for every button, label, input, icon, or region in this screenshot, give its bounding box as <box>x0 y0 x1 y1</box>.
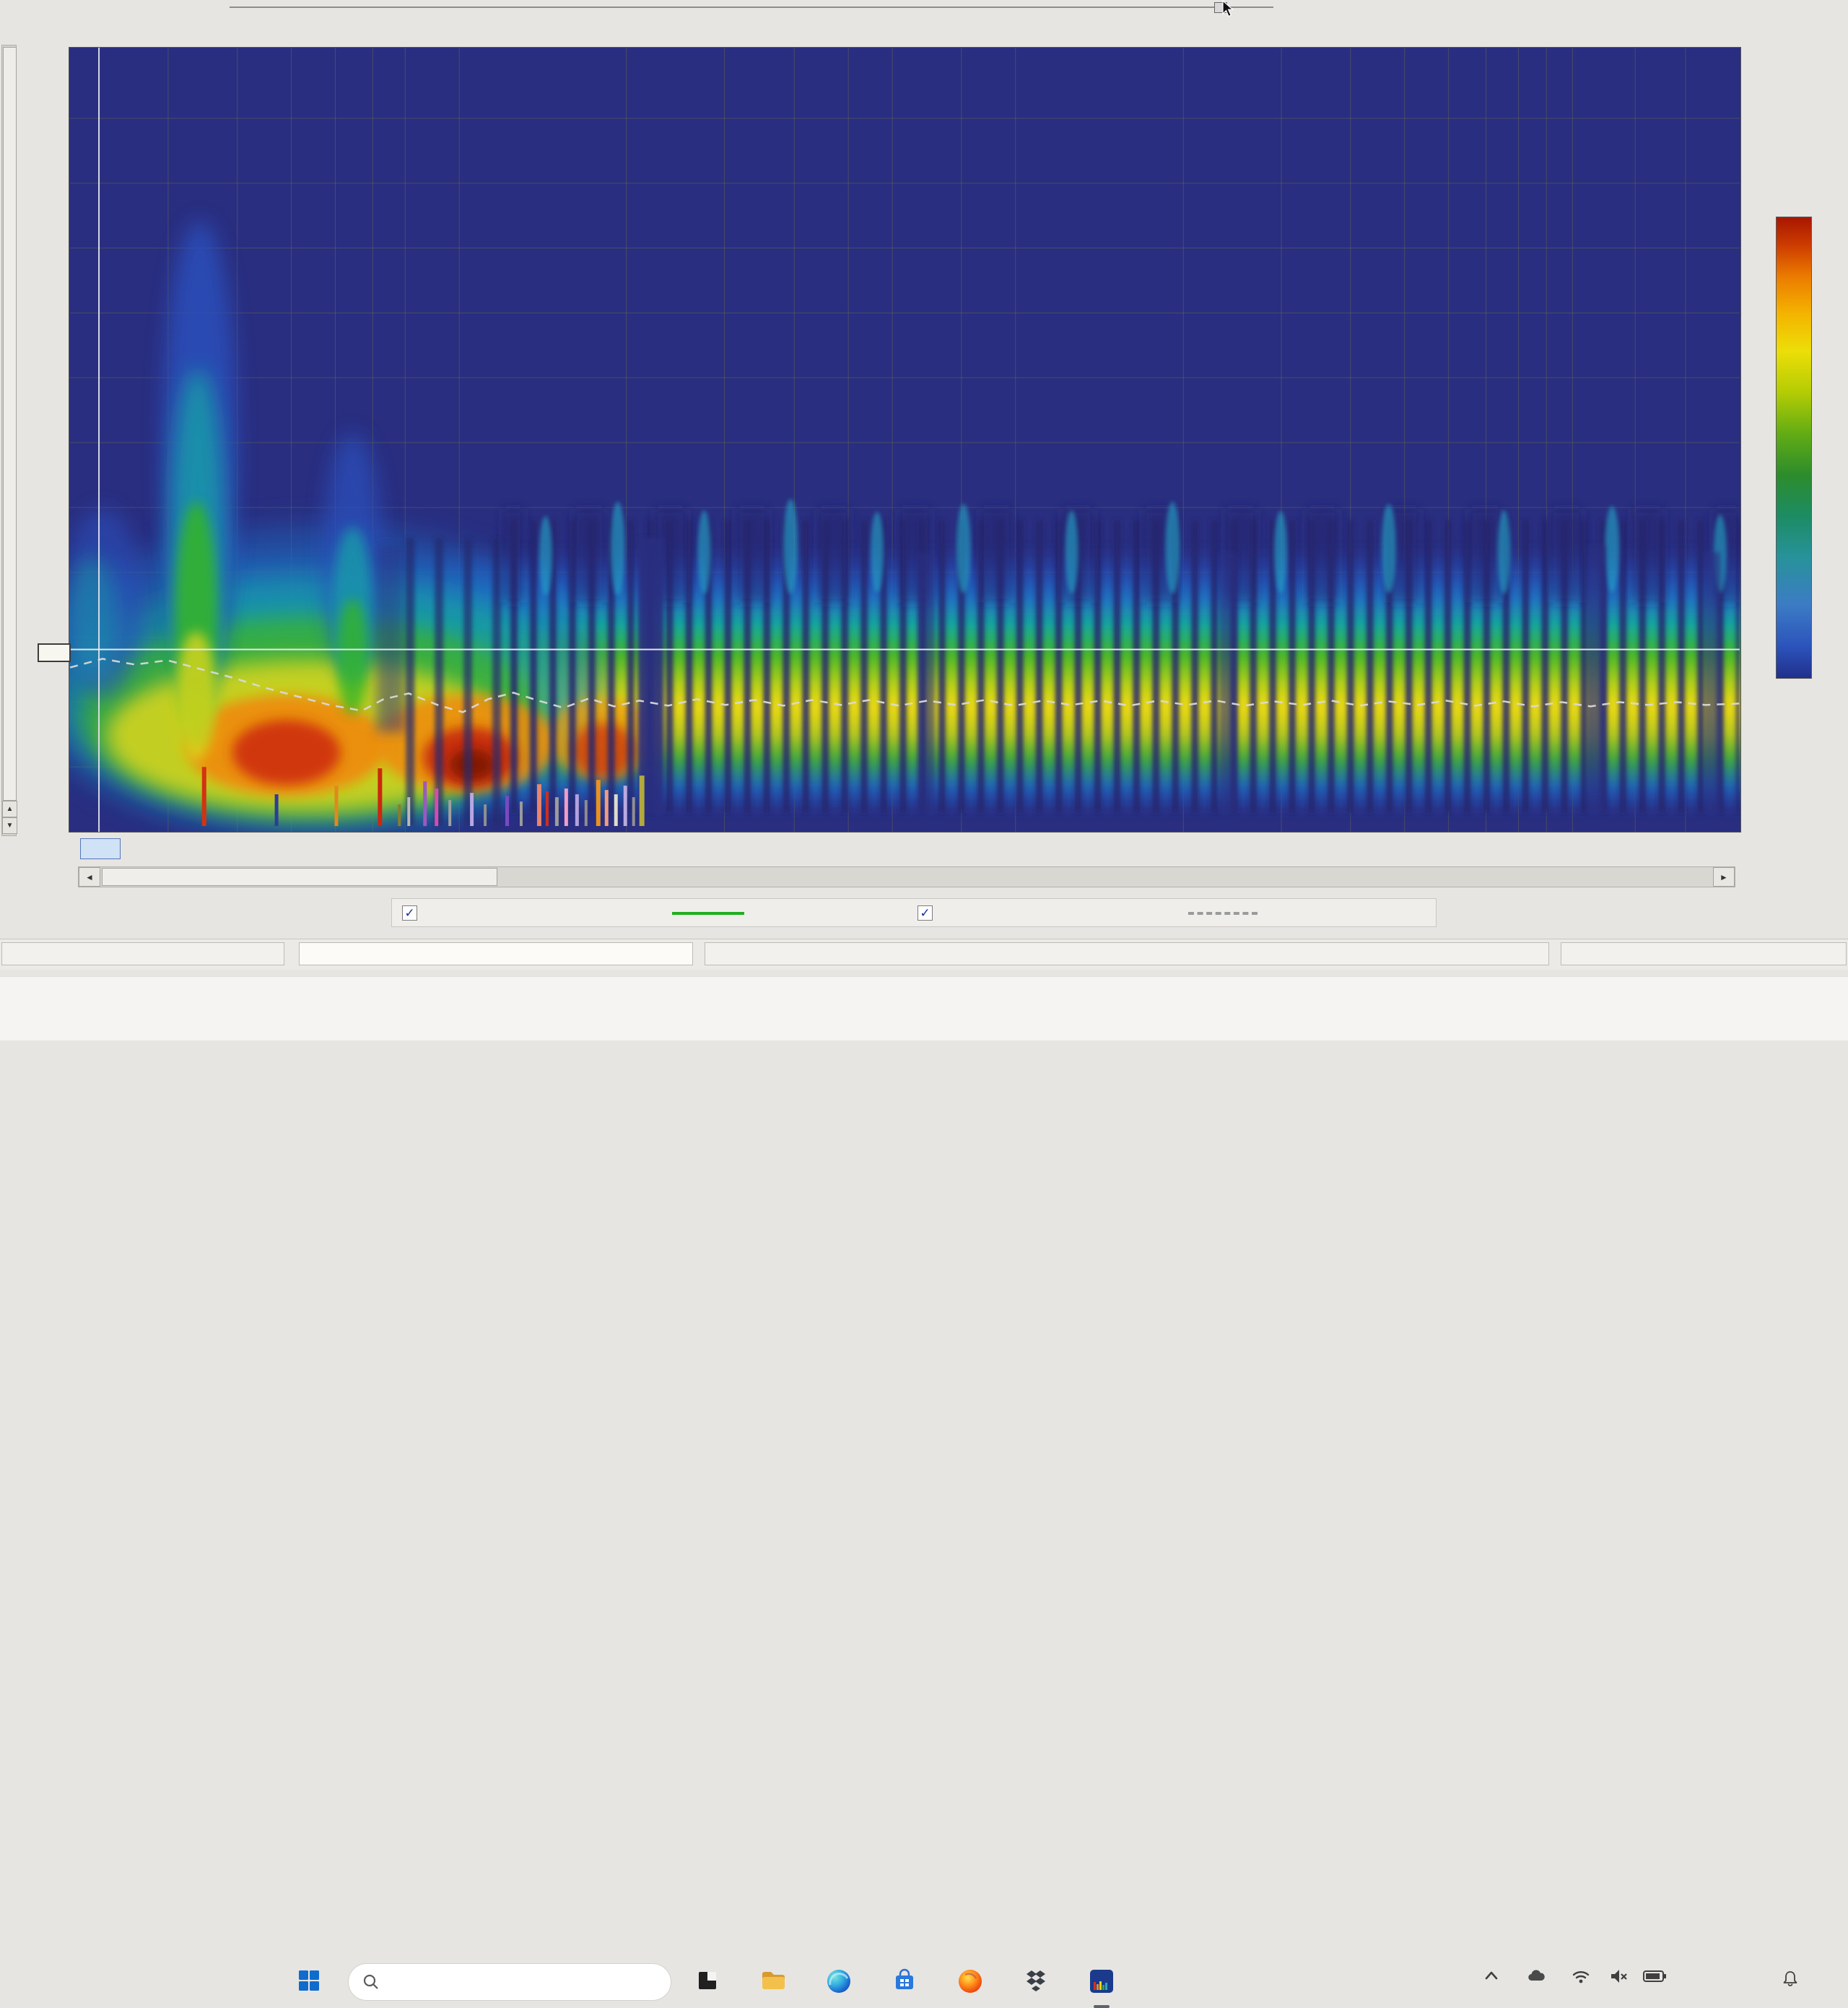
taskbar <box>0 976 1848 1040</box>
scroll-left-button[interactable]: ◄ <box>79 867 100 887</box>
top-divider-track <box>230 6 1273 8</box>
y-tick-label <box>0 759 61 776</box>
sample-counters <box>1 942 284 965</box>
microsoft-store-icon[interactable] <box>891 1968 918 1995</box>
series2-line-sample <box>1188 912 1258 915</box>
series1-line-sample <box>672 912 744 915</box>
tray-volume-muted-icon[interactable] <box>1609 1966 1629 1986</box>
dropbox-icon[interactable] <box>1022 1968 1050 1995</box>
edge-browser-icon[interactable] <box>825 1968 853 1995</box>
tray-battery-icon[interactable] <box>1643 1966 1663 1986</box>
y-tick-label <box>0 564 61 581</box>
tray-cloud-icon[interactable] <box>1526 1966 1546 1986</box>
tray-wifi-icon[interactable] <box>1571 1966 1591 1986</box>
horizontal-scrollbar-thumb[interactable] <box>102 868 497 886</box>
active-app-indicator <box>1094 2005 1110 2008</box>
y-tick-label <box>0 174 61 191</box>
vertical-scrollbar-thumb[interactable] <box>3 47 17 801</box>
notifications-bell-icon[interactable] <box>1780 1969 1800 1989</box>
mouse-cursor <box>1221 0 1237 19</box>
y-tick-label <box>0 434 61 451</box>
tray-chevron-up-icon[interactable] <box>1481 1966 1502 1986</box>
series2-checkbox[interactable]: ✓ <box>918 905 933 921</box>
spectrogram-plot[interactable] <box>69 47 1741 833</box>
status-cell-empty <box>705 942 1549 965</box>
y-tick-label <box>0 694 61 711</box>
app-window-corner-icon[interactable] <box>694 1968 721 1995</box>
scroll-right-button[interactable]: ► <box>1713 867 1735 887</box>
status-cell-empty <box>1561 942 1847 965</box>
y-tick-label <box>0 499 61 516</box>
start-button[interactable] <box>299 1970 321 1992</box>
rew-app-icon[interactable] <box>1088 1968 1115 1995</box>
series1-checkbox[interactable]: ✓ <box>402 905 417 921</box>
cursor-freq-readout <box>80 838 121 859</box>
search-icon <box>363 1974 379 1990</box>
status-message <box>299 942 693 965</box>
firefox-icon[interactable] <box>956 1968 984 1995</box>
y-tick-label <box>0 239 61 256</box>
y-tick-label <box>0 304 61 321</box>
scroll-up-button[interactable]: ▲ <box>2 801 17 817</box>
y-tick-label <box>0 369 61 386</box>
file-explorer-icon[interactable] <box>759 1968 787 1995</box>
y-tick-label <box>0 824 61 841</box>
horizontal-scrollbar[interactable]: ◄ ► <box>78 866 1735 887</box>
colorbar <box>1776 217 1812 679</box>
spectrogram-canvas[interactable] <box>69 48 1740 832</box>
cursor-time-readout <box>38 643 71 662</box>
search-input[interactable] <box>388 1972 636 1992</box>
screen: { "window": { "menu_left": "Capture", "m… <box>0 0 1848 1040</box>
y-tick-label <box>0 109 61 126</box>
taskbar-search[interactable] <box>348 1963 671 2001</box>
status-bar <box>0 939 1848 970</box>
legend-bar: ✓ ✓ <box>391 898 1437 927</box>
